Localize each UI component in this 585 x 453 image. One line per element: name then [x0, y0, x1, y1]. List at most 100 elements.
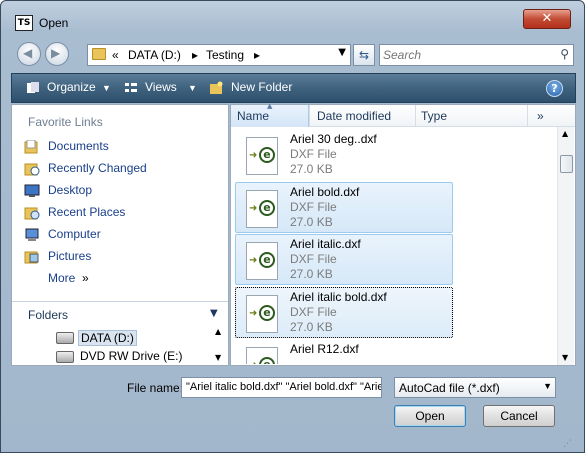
- more-label: More: [48, 271, 76, 285]
- file-size: 27.0 KB: [290, 267, 333, 281]
- refresh-icon: ⇆: [358, 48, 370, 62]
- column-divider[interactable]: [527, 105, 528, 127]
- scrollbar-thumb[interactable]: [560, 155, 573, 173]
- sidebar-item-recent-places[interactable]: Recent Places: [24, 204, 214, 222]
- column-header-type[interactable]: Type: [421, 109, 447, 123]
- recent-places-icon: [24, 207, 40, 220]
- back-button[interactable]: ◀: [17, 42, 41, 66]
- file-name-input[interactable]: "Ariel italic bold.dxf" "Ariel bold.dxf"…: [181, 377, 382, 398]
- file-tile[interactable]: ➜e Ariel R12.dxf: [235, 339, 453, 365]
- sidebar-item-label: Recently Changed: [48, 161, 147, 175]
- sidebar-item-documents[interactable]: Documents: [24, 138, 214, 156]
- sort-ascending-icon: ▲: [267, 102, 273, 110]
- forward-arrow-icon: ▶: [51, 46, 61, 60]
- computer-icon: [25, 228, 39, 241]
- drive-icon: [56, 332, 74, 344]
- scroll-up-icon[interactable]: ▲: [215, 327, 221, 336]
- pane-divider: [12, 301, 228, 302]
- folders-header[interactable]: Folders: [28, 308, 68, 322]
- pictures-icon: [24, 251, 39, 264]
- sidebar-more-link[interactable]: More »: [24, 270, 214, 288]
- column-header-name[interactable]: Name: [237, 109, 269, 123]
- column-divider[interactable]: [415, 105, 416, 127]
- search-box[interactable]: ⚲: [379, 44, 574, 66]
- dvd-drive-icon: [56, 351, 74, 363]
- file-tile[interactable]: ➜ e Ariel 30 deg..dxf DXF File 27.0 KB: [235, 129, 453, 180]
- scroll-up-icon[interactable]: ▲: [562, 129, 568, 138]
- file-size: 27.0 KB: [290, 320, 333, 334]
- app-icon: TS: [15, 15, 33, 31]
- sidebar-item-desktop[interactable]: Desktop: [24, 182, 214, 200]
- command-toolbar: Organize ▼ Views ▼ New Folder ?: [11, 73, 576, 103]
- file-size: 27.0 KB: [290, 162, 333, 176]
- file-name: Ariel italic.dxf: [290, 237, 361, 251]
- favorite-links-header: Favorite Links: [28, 115, 103, 129]
- chevron-down-icon[interactable]: ▼: [338, 47, 346, 58]
- sidebar-item-label: Pictures: [48, 249, 92, 263]
- file-tile[interactable]: ➜ e Ariel italic bold.dxf DXF File 27.0 K…: [235, 287, 453, 338]
- file-type-filter[interactable]: AutoCad file (*.dxf) ▼: [394, 377, 556, 398]
- new-folder-button[interactable]: New Folder: [231, 80, 292, 94]
- back-arrow-icon: ◀: [23, 46, 33, 60]
- chevron-down-icon[interactable]: ▼: [543, 381, 552, 391]
- scroll-down-icon[interactable]: ▼: [215, 353, 221, 362]
- organize-chevron-icon[interactable]: ▼: [102, 83, 111, 93]
- resize-grip-icon[interactable]: ⋰: [563, 439, 572, 449]
- file-type: DXF File: [290, 252, 337, 266]
- new-folder-icon: [210, 81, 223, 94]
- file-list-scrollbar[interactable]: ▲ ▼: [557, 127, 574, 365]
- breadcrumb-data-drive[interactable]: DATA (D:): [128, 48, 181, 62]
- organize-icon: [27, 82, 39, 93]
- sidebar-item-label: Computer: [48, 227, 101, 241]
- search-icon[interactable]: ⚲: [560, 47, 569, 61]
- dxf-file-icon: ➜e: [246, 190, 278, 228]
- views-chevron-icon[interactable]: ▼: [188, 83, 197, 93]
- address-bar[interactable]: « DATA (D:) ▸ Testing ▸ ▼: [87, 44, 351, 66]
- file-name: Ariel 30 deg..dxf: [290, 132, 377, 146]
- more-columns-icon[interactable]: »: [537, 109, 544, 123]
- navigation-pane: Favorite Links Documents Recently Change…: [11, 104, 229, 366]
- file-name: Ariel bold.dxf: [290, 185, 360, 199]
- column-divider[interactable]: [309, 105, 310, 127]
- dxf-file-icon: ➜e: [246, 137, 278, 175]
- views-button[interactable]: Views: [145, 80, 177, 94]
- breadcrumb-prefix[interactable]: «: [112, 48, 119, 62]
- breadcrumb-separator[interactable]: ▸: [192, 48, 198, 62]
- breadcrumb-separator[interactable]: ▸: [254, 48, 260, 62]
- folder-tree-scrollbar[interactable]: ▲ ▼: [212, 327, 228, 365]
- sidebar-item-label: Documents: [48, 139, 109, 153]
- file-name: Ariel italic bold.dxf: [290, 290, 387, 304]
- scroll-down-icon[interactable]: ▼: [562, 353, 568, 362]
- file-list-pane: Name ▲ Date modified Type » ➜ e Ariel 30 …: [230, 102, 576, 366]
- sidebar-item-pictures[interactable]: Pictures: [24, 248, 214, 266]
- file-tile[interactable]: ➜ e Ariel bold.dxf DXF File 27.0 KB: [235, 182, 453, 233]
- search-input[interactable]: [383, 47, 553, 63]
- documents-icon: [24, 140, 38, 154]
- breadcrumb-testing[interactable]: Testing: [206, 48, 244, 62]
- file-tile[interactable]: ➜ e Ariel italic.dxf DXF File 27.0 KB: [235, 234, 453, 285]
- dxf-file-icon: ➜e: [246, 347, 278, 364]
- file-name: Ariel R12.dxf: [290, 342, 359, 356]
- views-icon: [125, 83, 137, 92]
- double-chevron-icon: »: [82, 271, 89, 285]
- file-type: DXF File: [290, 305, 337, 319]
- file-name-label: File name:: [127, 381, 184, 395]
- open-dialog: TS Open ✕ ◀ ▶ « DATA (D:) ▸ Testing ▸ ▼ …: [0, 0, 585, 453]
- window-title: Open: [39, 16, 69, 30]
- file-type: DXF File: [290, 200, 337, 214]
- refresh-button[interactable]: ⇆: [353, 44, 375, 66]
- dxf-file-icon: ➜e: [246, 242, 278, 280]
- sidebar-item-recently-changed[interactable]: Recently Changed: [24, 160, 214, 178]
- open-button[interactable]: Open: [394, 405, 466, 427]
- forward-button[interactable]: ▶: [45, 42, 69, 66]
- help-button[interactable]: ?: [546, 80, 563, 97]
- cancel-button[interactable]: Cancel: [483, 405, 555, 427]
- tree-item-label: DVD RW Drive (E:): [80, 349, 183, 363]
- chevron-down-icon[interactable]: ▼: [210, 308, 218, 319]
- recently-changed-icon: [24, 163, 40, 176]
- sidebar-item-computer[interactable]: Computer: [24, 226, 214, 244]
- organize-button[interactable]: Organize: [47, 80, 96, 94]
- column-header-date-modified[interactable]: Date modified: [317, 109, 391, 123]
- sidebar-item-label: Recent Places: [48, 205, 126, 219]
- close-button[interactable]: ✕: [523, 9, 571, 29]
